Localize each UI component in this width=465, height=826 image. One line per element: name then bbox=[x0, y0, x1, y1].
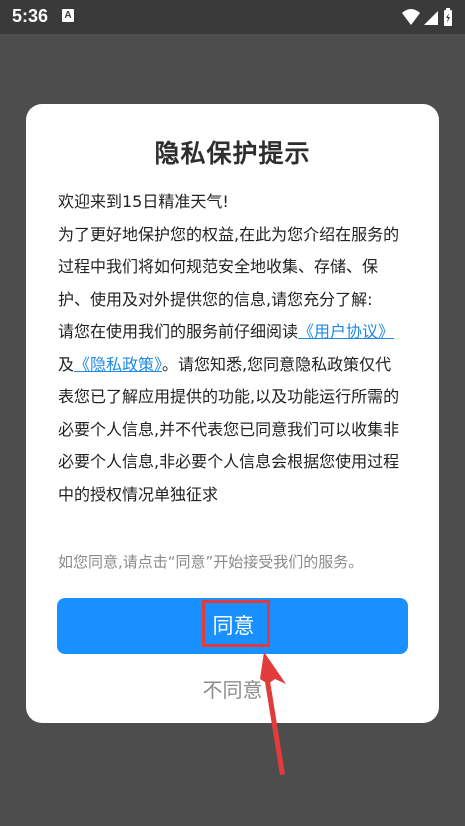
consent-hint: 如您同意,请点击“同意”开始接受我们的服务。 bbox=[58, 553, 364, 571]
battery-icon bbox=[444, 8, 452, 26]
read-suffix-text: 。请您知悉,您同意隐私政策仅代表您已了解应用提供的功能,以及功能运行所需的必要个… bbox=[58, 354, 400, 504]
disagree-button[interactable]: 不同意 bbox=[26, 672, 439, 708]
dialog-title: 隐私保护提示 bbox=[154, 139, 311, 168]
signal-icon bbox=[424, 11, 438, 25]
agree-button[interactable]: 同意 bbox=[57, 598, 408, 654]
notification-a-icon: A bbox=[62, 9, 74, 22]
agree-button-label: 同意 bbox=[212, 614, 255, 638]
read-prefix-text: 请您在使用我们的服务前仔细阅读 bbox=[58, 322, 299, 341]
dialog-body-scroll[interactable]: 欢迎来到15日精准天气! 为了更好地保护您的权益,在此为您介绍在服务的过程中我们… bbox=[58, 186, 403, 534]
wifi-icon bbox=[402, 9, 420, 25]
status-bar: 5:36 A bbox=[0, 0, 465, 34]
status-time: 5:36 bbox=[12, 6, 49, 26]
conjunction-text: 及 bbox=[58, 354, 75, 374]
user-agreement-link[interactable]: 《用户协议》 bbox=[298, 322, 394, 341]
welcome-text: 欢迎来到15日精准天气! bbox=[58, 192, 229, 211]
privacy-policy-link[interactable]: 《隐私政策》 bbox=[74, 355, 162, 374]
privacy-dialog: 隐私保护提示 欢迎来到15日精准天气! 为了更好地保护您的权益,在此为您介绍在服… bbox=[26, 104, 439, 723]
status-icons bbox=[401, 6, 457, 28]
intro-text: 为了更好地保护您的权益,在此为您介绍在服务的过程中我们将如何规范安全地收集、存储… bbox=[58, 224, 400, 309]
read-paragraph: 请您在使用我们的服务前仔细阅读《用户协议》及《隐私政策》。请您知悉,您同意隐私政… bbox=[58, 316, 403, 511]
